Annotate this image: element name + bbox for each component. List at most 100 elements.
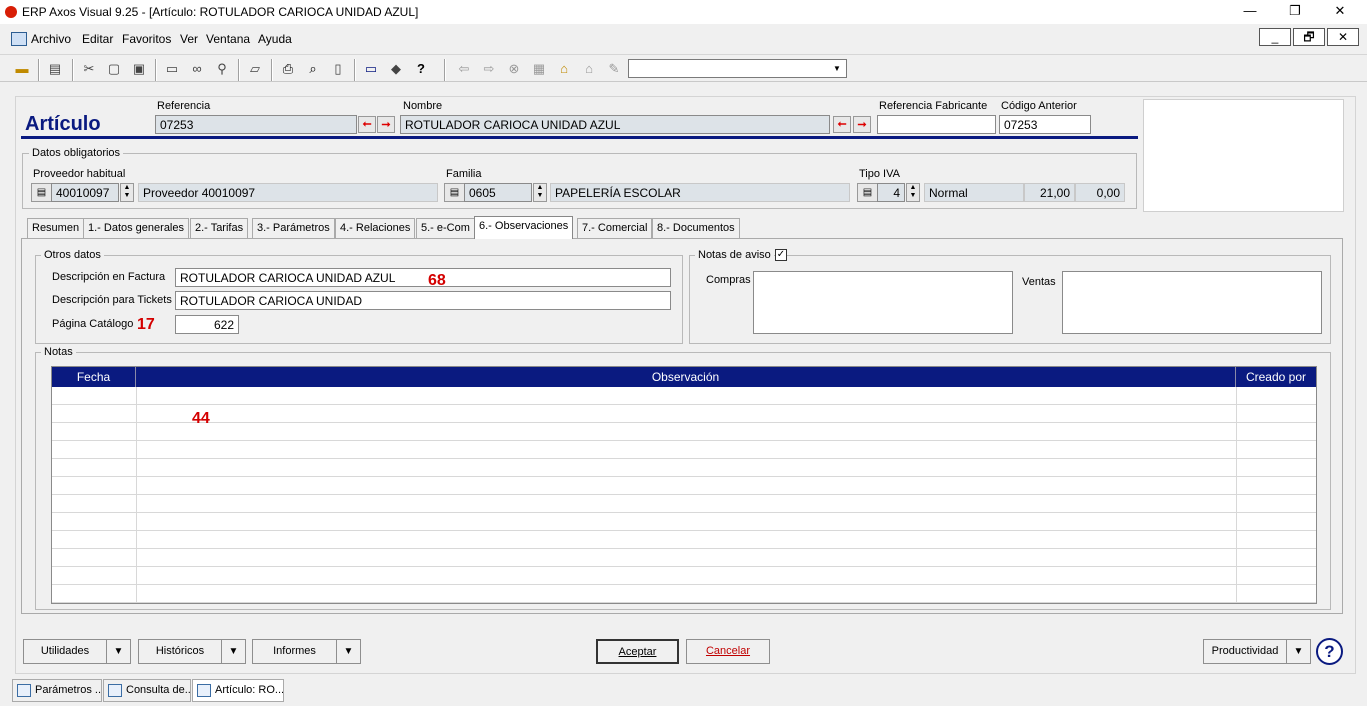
search-icon[interactable]: ⚲ (213, 60, 231, 78)
chevron-down-icon[interactable]: ▼ (336, 640, 360, 663)
table-row[interactable] (52, 513, 1316, 531)
table-row[interactable] (52, 477, 1316, 495)
mdi-close-button[interactable]: ✕ (1327, 28, 1359, 46)
tab-observaciones[interactable]: 6.- Observaciones (474, 216, 574, 239)
table-row[interactable] (52, 531, 1316, 549)
favorites-icon[interactable]: ⌂ (580, 60, 598, 78)
task-parametros[interactable]: Parámetros ... (12, 679, 102, 702)
notas-grid[interactable]: Fecha Observación Creado por 44 (51, 366, 1317, 604)
utilidades-button[interactable]: Utilidades ▼ (23, 639, 131, 664)
tab-ecom[interactable]: 5.- e-Com (416, 218, 475, 238)
print-icon[interactable]: ⎙ (279, 60, 297, 78)
codigo-anterior-field[interactable]: 07253 (999, 115, 1091, 134)
tab-documentos[interactable]: 8.- Documentos (652, 218, 740, 238)
page-setup-icon[interactable]: ▯ (329, 60, 347, 78)
compras-textarea[interactable] (753, 271, 1013, 334)
ventas-textarea[interactable] (1062, 271, 1322, 334)
tab-relaciones[interactable]: 4.- Relaciones (335, 218, 416, 238)
table-row[interactable] (52, 495, 1316, 513)
menu-ventana[interactable]: Ventana (206, 32, 250, 46)
open-folder-icon[interactable]: ▬ (13, 60, 31, 78)
familia-spinner[interactable]: ▲ ▼ (533, 183, 547, 202)
next-arrow-icon[interactable]: ⭢ (853, 116, 871, 133)
table-row[interactable] (52, 459, 1316, 477)
table-row[interactable] (52, 441, 1316, 459)
refresh-icon[interactable]: ▦ (530, 60, 548, 78)
table-row[interactable] (52, 423, 1316, 441)
proveedor-lookup-icon[interactable]: ▤ (31, 183, 52, 202)
tab-resumen[interactable]: Resumen (27, 218, 85, 238)
restore-button[interactable]: ❐ (1284, 2, 1306, 20)
menu-ayuda[interactable]: Ayuda (258, 32, 292, 46)
tab-tarifas[interactable]: 2.- Tarifas (190, 218, 249, 238)
print-preview-icon[interactable]: ⌕ (304, 60, 322, 78)
desc-tickets-field[interactable]: ROTULADOR CARIOCA UNIDAD (175, 291, 671, 310)
iva-spinner[interactable]: ▲ ▼ (906, 183, 920, 202)
chevron-down-icon[interactable]: ▼ (1286, 640, 1310, 663)
menu-archivo[interactable]: Archivo (31, 32, 71, 46)
table-row[interactable] (52, 585, 1316, 603)
chevron-down-icon[interactable]: ▼ (221, 640, 245, 663)
stop-icon[interactable]: ⊗ (505, 60, 523, 78)
table-row[interactable] (52, 405, 1316, 423)
cancelar-button[interactable]: Cancelar (686, 639, 770, 664)
historicos-button[interactable]: Históricos ▼ (138, 639, 246, 664)
notas-aviso-checkbox[interactable]: ✓ (775, 249, 787, 261)
nombre-field[interactable]: ROTULADOR CARIOCA UNIDAD AZUL (400, 115, 830, 134)
minimize-button[interactable]: — (1239, 2, 1261, 20)
eraser-icon[interactable]: ◆ (387, 60, 405, 78)
tab-comercial[interactable]: 7.- Comercial (577, 218, 653, 238)
column-header-observacion[interactable]: Observación (136, 367, 1236, 387)
address-combo[interactable]: ▼ (628, 59, 847, 78)
chevron-down-icon[interactable]: ▼ (106, 640, 130, 663)
referencia-field[interactable]: 07253 (155, 115, 357, 134)
copy-icon[interactable]: ▢ (105, 60, 123, 78)
forward-icon[interactable]: ⇨ (480, 60, 498, 78)
help-icon[interactable]: ? (412, 60, 430, 78)
article-image-box[interactable] (1143, 99, 1344, 212)
prev-arrow-icon[interactable]: ⭠ (833, 116, 851, 133)
menu-editar[interactable]: Editar (82, 32, 113, 46)
home-icon[interactable]: ⌂ (555, 60, 573, 78)
desc-factura-field[interactable]: ROTULADOR CARIOCA UNIDAD AZUL (175, 268, 671, 287)
informes-button[interactable]: Informes ▼ (252, 639, 361, 664)
help-button[interactable]: ? (1316, 638, 1343, 665)
task-consulta[interactable]: Consulta de... (103, 679, 191, 702)
scanner-icon[interactable]: ▱ (246, 60, 264, 78)
familia-code-field[interactable]: 0605 (464, 183, 532, 202)
export-icon[interactable]: ▤ (46, 60, 64, 78)
pagina-catalogo-field[interactable]: 622 (175, 315, 239, 334)
prev-arrow-icon[interactable]: ⭠ (358, 116, 376, 133)
paste-icon[interactable]: ▣ (130, 60, 148, 78)
binoculars-icon[interactable]: ∞ (188, 60, 206, 78)
edit-page-icon[interactable]: ✎ (605, 60, 623, 78)
mdi-restore-button[interactable]: 🗗 (1293, 28, 1325, 46)
table-row[interactable] (52, 387, 1316, 405)
iva-lookup-icon[interactable]: ▤ (857, 183, 878, 202)
proveedor-spinner[interactable]: ▲ ▼ (120, 183, 134, 202)
ventas-label: Ventas (1022, 276, 1056, 288)
menu-ver[interactable]: Ver (180, 32, 198, 46)
column-header-creado-por[interactable]: Creado por (1236, 367, 1316, 387)
back-icon[interactable]: ⇦ (455, 60, 473, 78)
proveedor-code-field[interactable]: 40010097 (51, 183, 119, 202)
table-row[interactable] (52, 549, 1316, 567)
ref-fabricante-field[interactable] (877, 115, 996, 134)
next-arrow-icon[interactable]: ⭢ (377, 116, 395, 133)
monitor-icon[interactable]: ▭ (362, 60, 380, 78)
tab-parametros[interactable]: 3.- Parámetros (252, 218, 335, 238)
task-articulo[interactable]: Artículo: RO... (192, 679, 284, 702)
window-icon[interactable]: ▭ (163, 60, 181, 78)
aceptar-button[interactable]: Aceptar (596, 639, 679, 664)
table-row[interactable] (52, 567, 1316, 585)
cut-icon[interactable]: ✂ (80, 60, 98, 78)
chevron-down-icon[interactable]: ▼ (830, 62, 844, 75)
tab-datos-generales[interactable]: 1.- Datos generales (83, 218, 189, 238)
familia-lookup-icon[interactable]: ▤ (444, 183, 465, 202)
close-button[interactable]: ✕ (1329, 2, 1351, 20)
productividad-button[interactable]: Productividad ▼ (1203, 639, 1311, 664)
mdi-minimize-button[interactable]: _ (1259, 28, 1291, 46)
menu-favoritos[interactable]: Favoritos (122, 32, 171, 46)
iva-code-field[interactable]: 4 (877, 183, 905, 202)
column-header-fecha[interactable]: Fecha (52, 367, 136, 387)
